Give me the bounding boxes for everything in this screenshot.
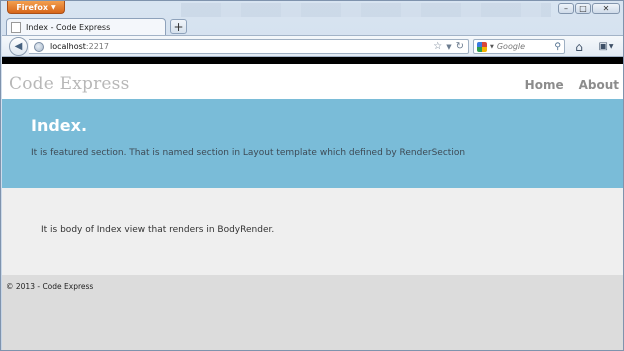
url-host: localhost <box>50 42 86 51</box>
address-bar[interactable]: localhost:2217 ☆ ▼ ↻ <box>29 39 469 54</box>
globe-icon <box>34 41 44 52</box>
page-title: Index. <box>31 116 88 135</box>
featured-section: Index. It is featured section. That is n… <box>2 99 623 188</box>
search-engine-caret-icon[interactable]: ▼ <box>490 44 494 50</box>
navigation-toolbar: ◀ localhost:2217 ☆ ▼ ↻ ▼ Google ⚲ ⌂ ▣ ▼ <box>2 35 623 57</box>
body-section: It is body of Index view that renders in… <box>2 188 623 275</box>
bookmark-star-icon[interactable]: ☆ <box>433 41 442 52</box>
body-text: It is body of Index view that renders in… <box>41 225 275 235</box>
search-icon[interactable]: ⚲ <box>554 42 561 52</box>
site-title[interactable]: Code Express <box>9 74 130 94</box>
close-icon: ✕ <box>602 4 610 13</box>
featured-text: It is featured section. That is named se… <box>31 148 466 158</box>
top-bar <box>2 57 623 64</box>
chevron-down-icon: ▼ <box>608 43 614 50</box>
close-button[interactable]: ✕ <box>592 3 620 14</box>
nav-link-home[interactable]: Home <box>525 78 564 92</box>
page-viewport: Code Express Home About Index. It is fea… <box>2 57 623 350</box>
url-port: :2217 <box>85 42 109 51</box>
reload-icon[interactable]: ↻ <box>456 41 464 52</box>
chevron-down-icon: ▼ <box>51 3 56 11</box>
footer-text: © 2013 - Code Express <box>6 282 94 291</box>
search-input[interactable]: Google <box>497 42 555 51</box>
google-icon[interactable] <box>477 41 487 52</box>
minimize-button[interactable]: – <box>558 3 574 14</box>
back-button[interactable]: ◀ <box>9 37 28 56</box>
nav-link-about[interactable]: About <box>579 78 619 92</box>
bookmarks-menu-button[interactable]: ▣ ▼ <box>593 39 619 54</box>
new-tab-button[interactable]: + <box>170 19 187 34</box>
site-nav: Home About <box>525 78 619 92</box>
address-bar-icons: ☆ ▼ ↻ <box>433 40 464 53</box>
home-button[interactable]: ⌂ <box>571 39 587 54</box>
url-text: localhost:2217 <box>50 42 109 51</box>
search-bar[interactable]: ▼ Google ⚲ <box>473 39 565 54</box>
plus-icon: + <box>173 19 184 34</box>
maximize-icon: □ <box>579 4 587 13</box>
history-dropdown-icon[interactable]: ▼ <box>446 43 451 51</box>
firefox-menu-button[interactable]: Firefox ▼ <box>7 1 65 14</box>
home-icon: ⌂ <box>575 39 583 54</box>
browser-window: Firefox ▼ – □ ✕ Index - Code Express + ◀… <box>0 0 624 351</box>
back-arrow-icon: ◀ <box>14 41 23 52</box>
bookmarks-icon: ▣ <box>598 41 608 52</box>
site-header: Code Express Home About <box>2 64 623 99</box>
tab-title: Index - Code Express <box>26 22 111 32</box>
firefox-menu-label: Firefox <box>16 2 49 12</box>
maximize-button[interactable]: □ <box>575 3 591 14</box>
tab-index[interactable]: Index - Code Express <box>6 18 166 35</box>
background-window-titles <box>181 3 551 17</box>
minimize-icon: – <box>564 4 568 13</box>
site-footer: © 2013 - Code Express <box>2 275 623 291</box>
page-icon <box>11 21 21 33</box>
